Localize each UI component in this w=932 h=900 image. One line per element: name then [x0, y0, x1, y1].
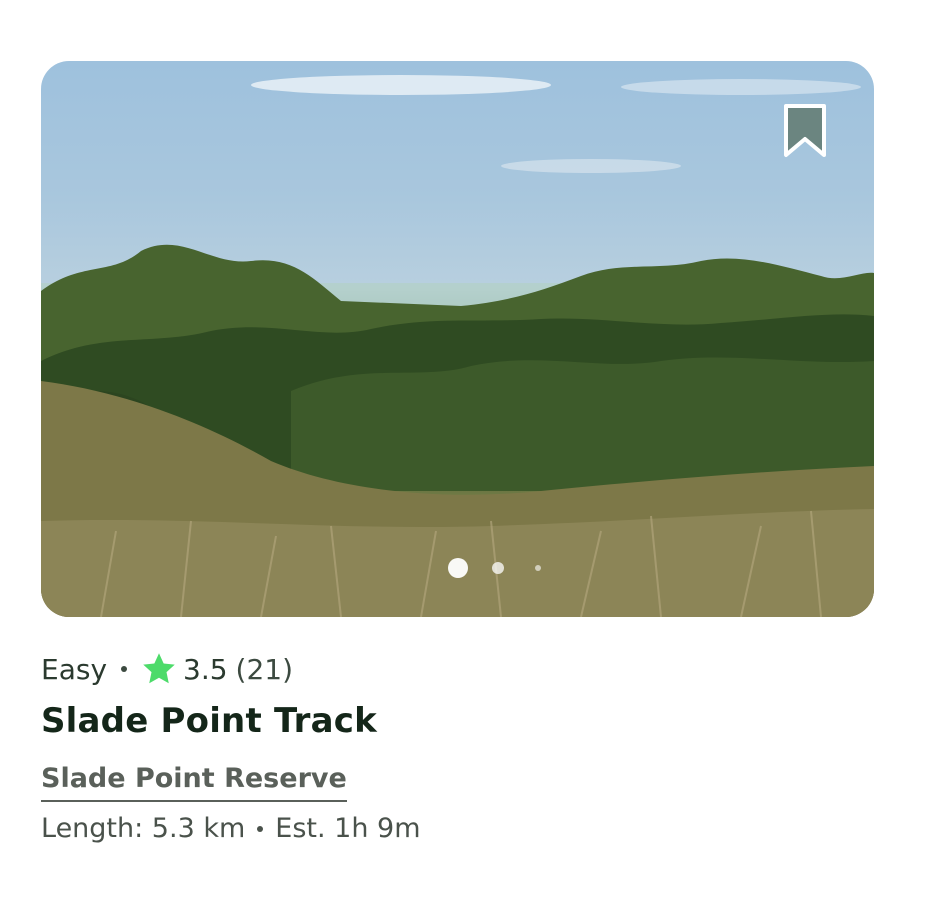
trail-card[interactable]: Easy 3.5 (21) Slade Point Track Slade Po…: [41, 61, 874, 844]
trail-meta-row: Easy 3.5 (21): [41, 649, 293, 689]
estimated-time: Est. 1h 9m: [275, 813, 421, 844]
separator-dot: [121, 666, 128, 672]
landscape-image: [41, 75, 874, 617]
bookmark-icon: [784, 104, 826, 157]
bookmark-button[interactable]: [782, 103, 828, 159]
review-count: (21): [235, 652, 294, 686]
star-icon: [143, 653, 175, 684]
carousel-dot[interactable]: [535, 565, 541, 571]
separator-dot: [257, 825, 264, 832]
carousel-dot[interactable]: [492, 562, 504, 574]
carousel-dots: [41, 558, 874, 578]
trail-length: Length: 5.3 km: [41, 813, 246, 844]
park-link[interactable]: Slade Point Reserve: [41, 763, 347, 802]
difficulty-label: Easy: [41, 652, 108, 686]
trail-title[interactable]: Slade Point Track: [41, 701, 377, 741]
carousel-dot-active[interactable]: [448, 558, 468, 578]
rating-value: 3.5: [183, 652, 228, 686]
trail-details: Length: 5.3 km Est. 1h 9m: [41, 813, 421, 844]
trail-photo[interactable]: [41, 61, 874, 617]
